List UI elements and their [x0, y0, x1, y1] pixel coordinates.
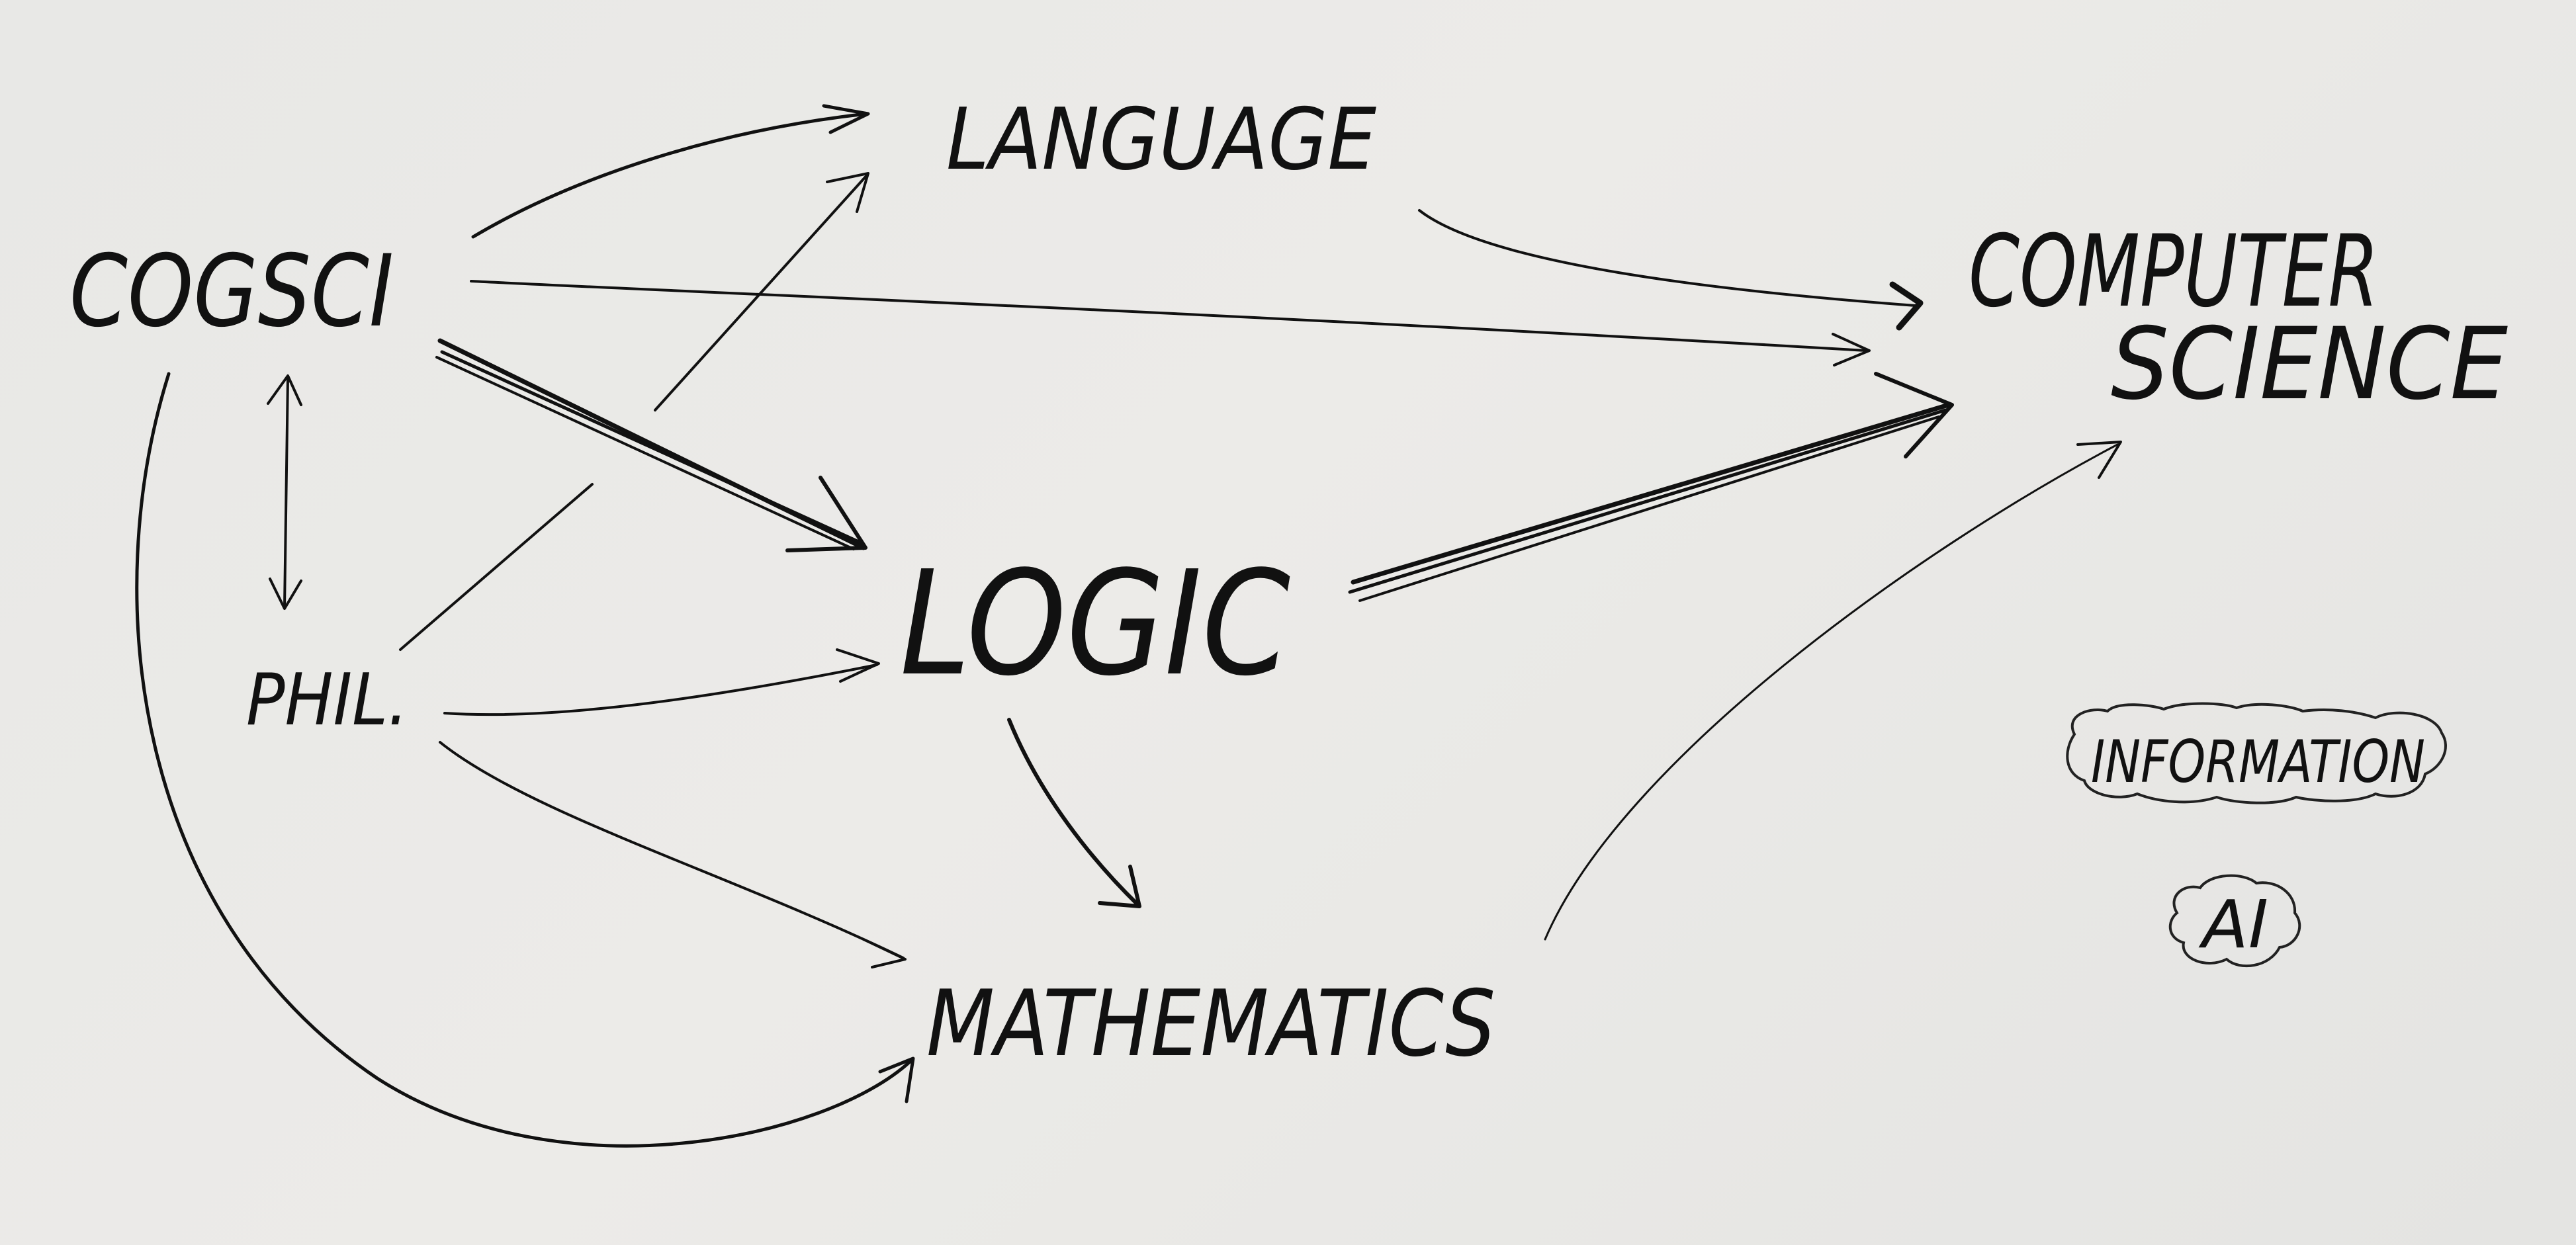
node-cogsci: COGSCI	[69, 234, 394, 349]
edge-cogsci-phil	[267, 374, 302, 610]
edge-mathematics-computer-science	[1544, 441, 2122, 941]
node-logic: LOGIC	[900, 540, 1290, 708]
edge-phil-logic	[443, 648, 880, 716]
edge-cogsci-mathematics	[135, 372, 915, 1148]
edge-cogsci-language	[471, 104, 870, 239]
node-mathematics: MATHEMATICS	[926, 970, 1495, 1077]
node-information-cloud: INFORMATION	[2066, 702, 2447, 804]
edge-logic-mathematics	[1007, 718, 1141, 908]
node-ai: AI	[2198, 886, 2268, 963]
edge-cogsci-logic	[435, 338, 867, 552]
node-language: LANGUAGE	[946, 91, 1376, 189]
node-phil: PHIL.	[246, 659, 408, 742]
edge-phil-mathematics	[439, 741, 907, 968]
concept-diagram: COGSCI LANGUAGE COMPUTER SCIENCE LOGIC P…	[69, 91, 2508, 1148]
edge-logic-computer-science	[1348, 372, 1954, 602]
node-information: INFORMATION	[2091, 728, 2425, 796]
node-ai-cloud: AI	[2168, 874, 2301, 968]
edge-cogsci-computer-science	[470, 280, 1871, 366]
node-computer-science-line2: SCIENCE	[2111, 307, 2508, 422]
edge-phil-language	[399, 172, 869, 651]
edge-language-computer-science	[1418, 209, 1924, 331]
